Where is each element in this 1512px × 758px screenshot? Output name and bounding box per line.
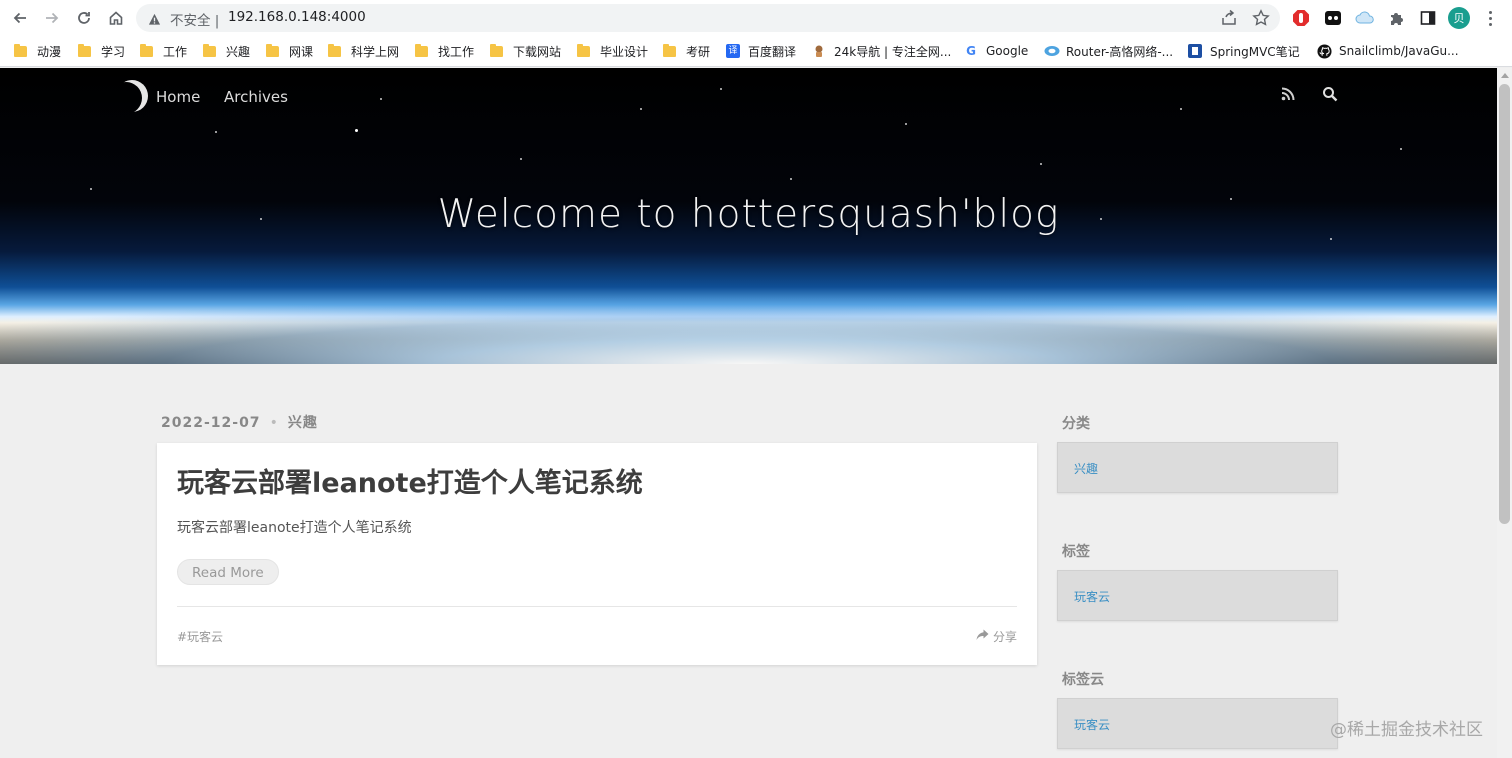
folder-icon [328,43,341,57]
bookmark-star-icon[interactable] [1252,9,1270,31]
bookmark-folder[interactable]: 科学上网 [328,41,399,61]
security-label: 不安全 | [170,13,220,29]
back-icon[interactable] [8,6,32,30]
divider [177,606,1017,607]
bookmark-link[interactable]: G Google [964,41,1028,61]
tag-cloud-widget: 玩客云 [1057,698,1338,749]
nav-site-icon [812,44,826,58]
star [905,123,907,125]
star [355,129,358,132]
scroll-up-arrow-icon[interactable] [1501,73,1509,78]
folder-icon [14,43,27,57]
search-icon[interactable] [1322,86,1338,106]
nav-home[interactable]: Home [156,88,200,106]
bookmark-folder[interactable]: 学习 [78,41,125,61]
watermark: @稀土掘金技术社区 [1330,720,1483,740]
bookmark-link[interactable]: SpringMVC笔记 [1188,41,1300,61]
router-icon [1044,44,1060,58]
tag-link[interactable]: 玩客云 [1074,588,1110,605]
site-logo-moon[interactable] [116,80,148,112]
bookmark-link[interactable]: 24k导航 | 专注全网... [812,41,951,61]
cloud-extension-icon[interactable] [1354,7,1376,29]
category-link[interactable]: 兴趣 [1074,460,1098,477]
post-tag-link[interactable]: #玩客云 [177,628,223,645]
star [640,108,642,110]
star [1040,163,1042,165]
post-excerpt: 玩客云部署leanote打造个人笔记系统 [177,520,412,536]
share-icon [976,629,989,644]
folder-icon [140,43,153,57]
bookmarks-bar: 动漫 学习 工作 兴趣 网课 科学上网 找工作 下载网站 毕业设计 考研 译百度… [0,36,1512,67]
post-card: 玩客云部署leanote打造个人笔记系统 玩客云部署leanote打造个人笔记系… [157,443,1037,665]
bookmark-folder[interactable]: 毕业设计 [577,41,648,61]
nav-archives[interactable]: Archives [224,88,288,106]
widget-title-tag-cloud: 标签云 [1062,672,1104,688]
star [720,88,722,90]
google-icon: G [966,44,976,58]
categories-widget: 兴趣 [1057,442,1338,493]
bookmark-folder[interactable]: 考研 [663,41,710,61]
star [1400,148,1402,150]
post-category[interactable]: 兴趣 [288,415,318,431]
side-panel-icon[interactable] [1417,7,1439,29]
star [1180,108,1182,110]
star [215,131,217,133]
folder-icon [203,43,216,57]
folder-icon [577,43,590,57]
translate-icon: 译 [726,44,740,58]
notes-extension-icon[interactable] [1322,7,1344,29]
tag-cloud-link[interactable]: 玩客云 [1074,716,1110,733]
folder-icon [266,43,279,57]
post-meta: 2022-12-07 • 兴趣 [161,412,318,432]
url-text[interactable]: 192.168.0.148:4000 [228,9,366,25]
star [520,158,522,160]
share-page-icon[interactable] [1220,9,1238,31]
post-title[interactable]: 玩客云部署leanote打造个人笔记系统 [177,461,643,500]
page-scrollbar[interactable] [1497,68,1512,758]
bookmark-folder[interactable]: 动漫 [14,41,61,61]
widget-title-tags: 标签 [1062,544,1090,560]
home-icon[interactable] [104,6,128,30]
forward-icon[interactable] [40,6,64,30]
reload-icon[interactable] [72,6,96,30]
star [790,178,792,180]
bookmark-folder[interactable]: 兴趣 [203,41,250,61]
folder-icon [415,43,428,57]
star [380,98,382,100]
bookmark-link[interactable]: Router-高恪网络-... [1044,41,1173,61]
bookmark-link[interactable]: 译百度翻译 [726,41,796,61]
browser-toolbar: 不安全 | 192.168.0.148:4000 贝 [0,0,1512,36]
warning-icon[interactable] [148,11,161,30]
bookmark-folder[interactable]: 下载网站 [490,41,561,61]
folder-icon [78,43,91,57]
widget-title-categories: 分类 [1062,416,1090,432]
scrollbar-thumb[interactable] [1499,84,1510,524]
read-more-button[interactable]: Read More [177,559,279,585]
folder-icon [663,43,676,57]
profile-avatar[interactable]: 贝 [1448,7,1470,29]
bookmark-folder[interactable]: 网课 [266,41,313,61]
notes-icon [1188,44,1202,58]
tags-widget: 玩客云 [1057,570,1338,621]
github-icon [1317,44,1332,59]
folder-icon [490,43,503,57]
meta-separator: • [269,415,279,431]
address-bar[interactable]: 不安全 | 192.168.0.148:4000 [136,4,1280,32]
share-label: 分享 [992,630,1017,644]
bookmark-folder[interactable]: 找工作 [415,41,474,61]
hero-banner: Home Archives Welcome to hottersquash'bl… [0,68,1497,364]
adblock-extension-icon[interactable] [1290,7,1312,29]
extensions-puzzle-icon[interactable] [1386,7,1408,29]
share-button[interactable]: 分享 [976,628,1017,645]
star [90,188,92,190]
bookmark-link[interactable]: Snailclimb/JavaGu... [1317,41,1459,61]
post-date[interactable]: 2022-12-07 [161,415,261,431]
browser-menu-icon[interactable] [1482,8,1498,28]
rss-icon[interactable] [1280,86,1296,106]
star [1330,238,1332,240]
bookmark-folder[interactable]: 工作 [140,41,187,61]
blog-title: Welcome to hottersquash'blog [437,192,1060,237]
